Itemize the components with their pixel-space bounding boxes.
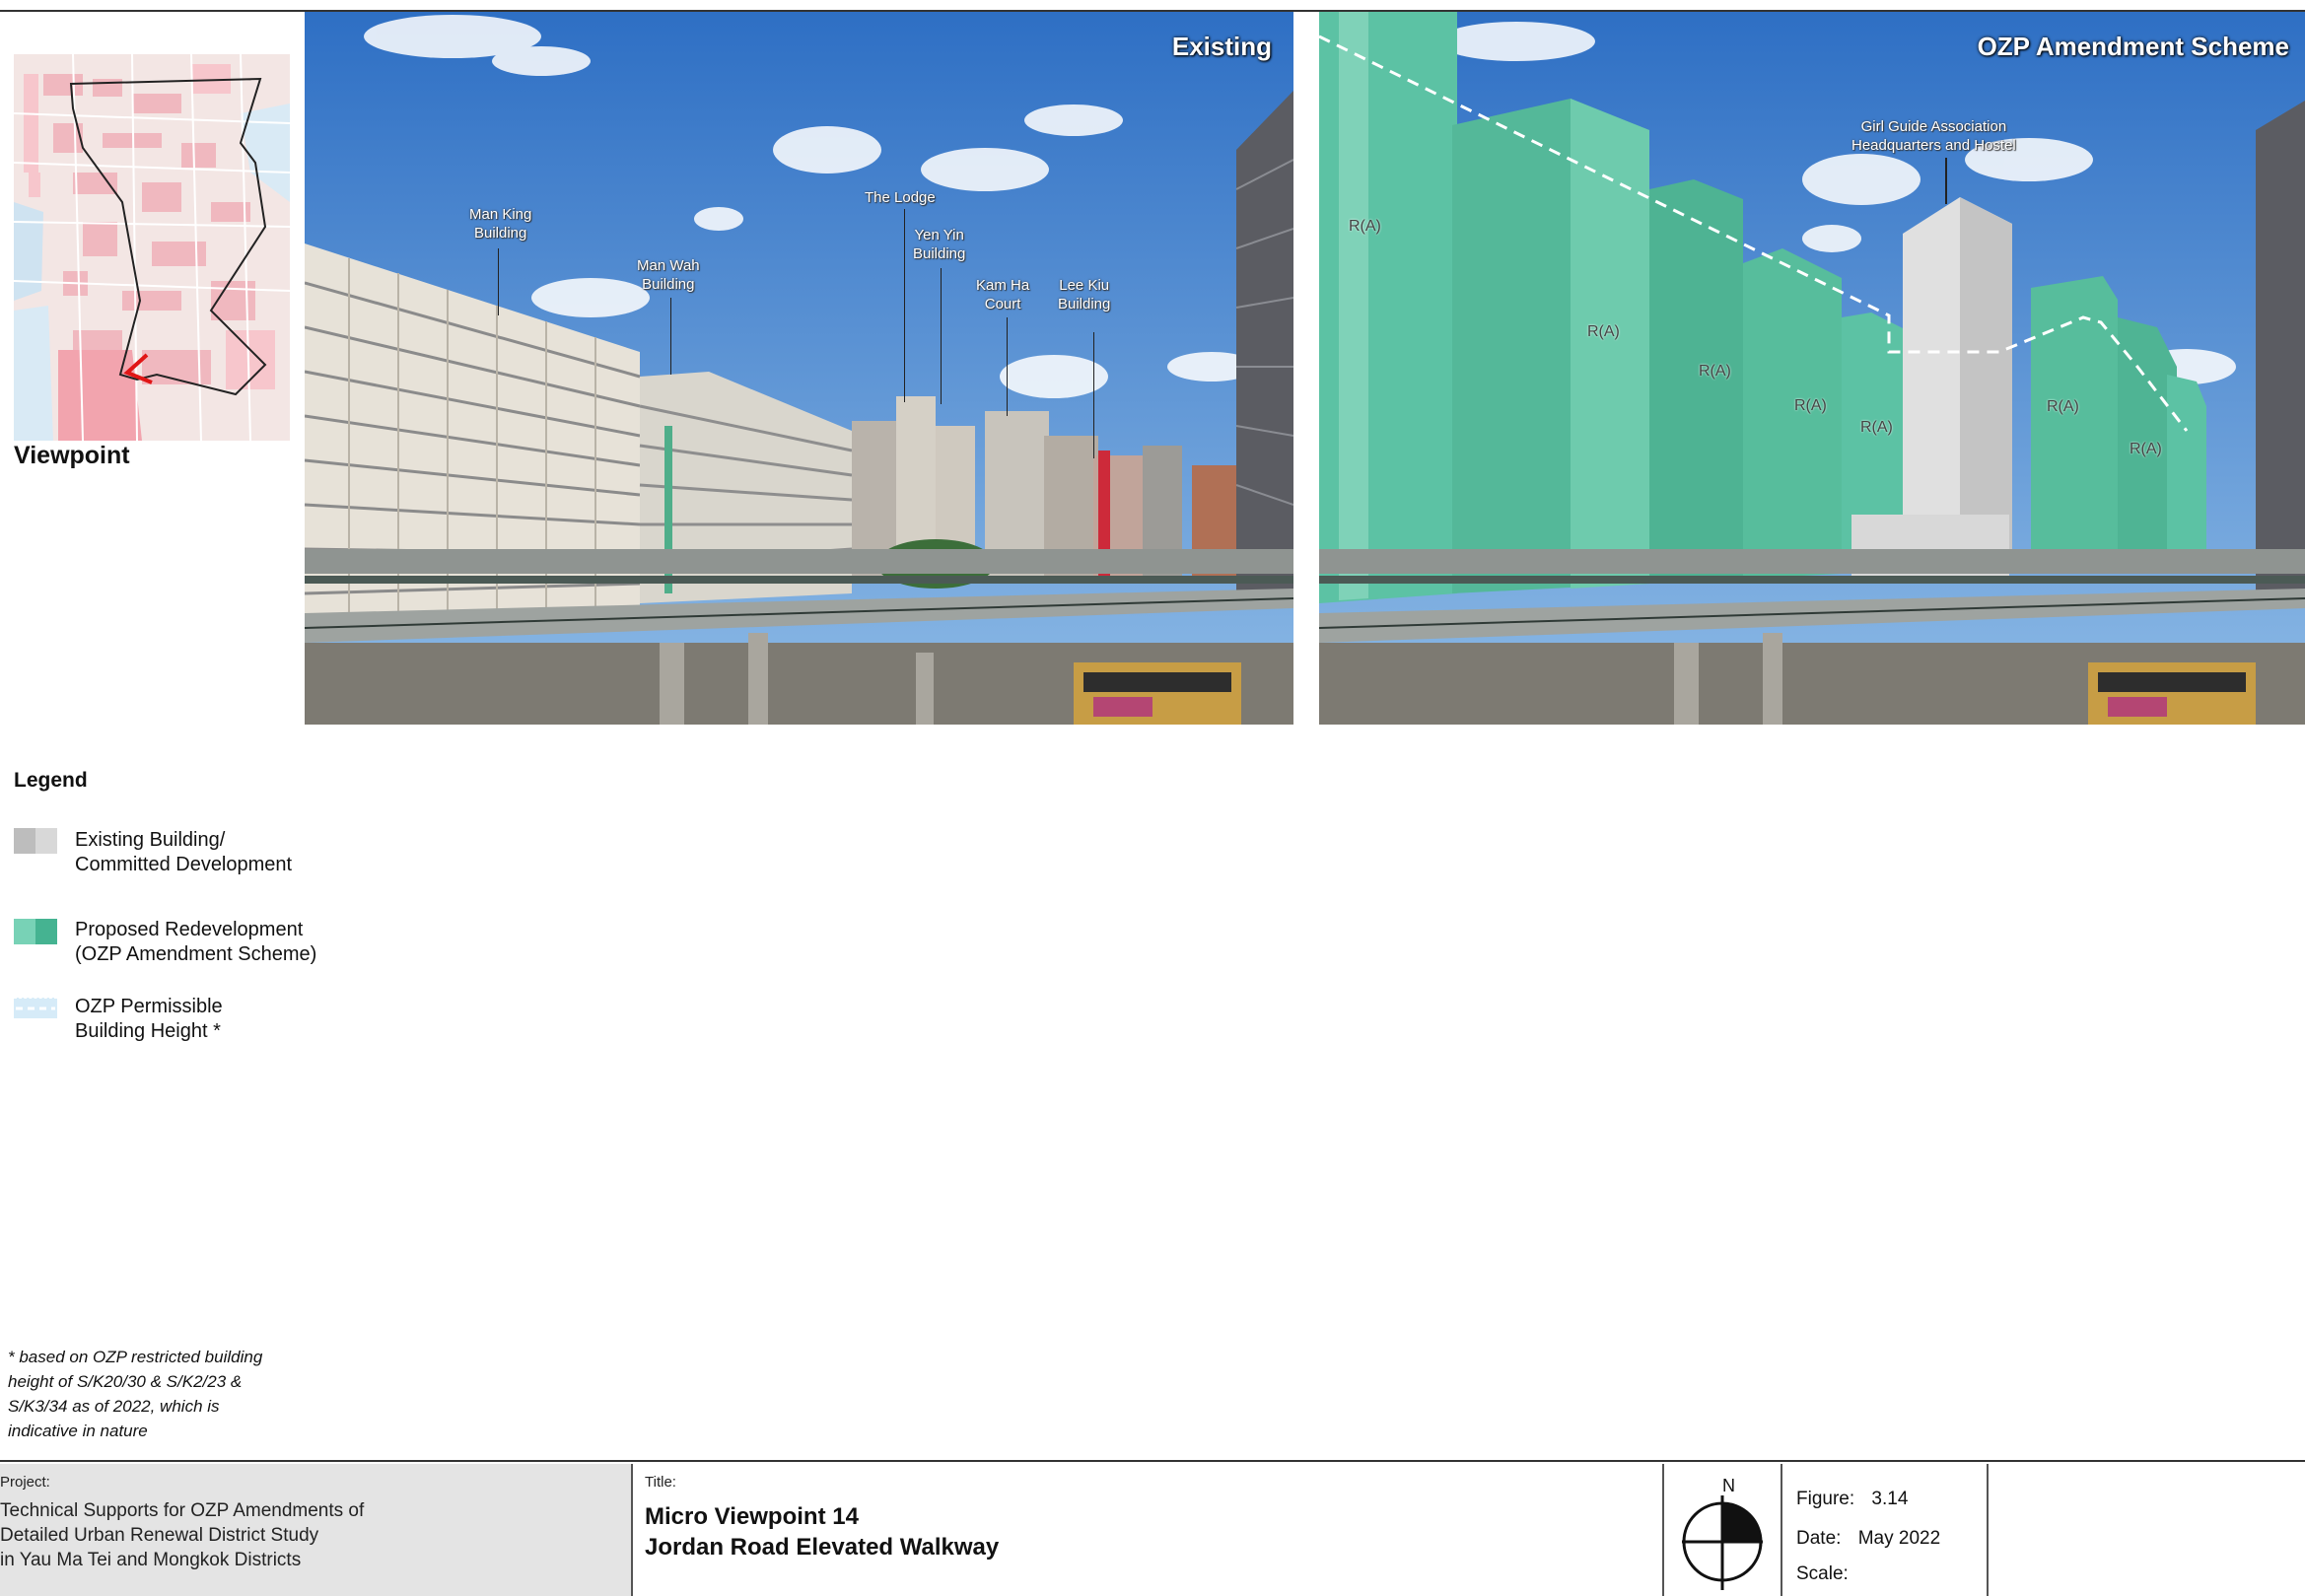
ra-zone-label: R(A)	[1860, 419, 1893, 436]
date-label: Date:	[1796, 1528, 1842, 1549]
leader-line	[670, 298, 671, 375]
viewpoint-heading: Viewpoint	[14, 442, 130, 469]
project-box: Project: Technical Supports for OZP Amen…	[0, 1464, 631, 1596]
figure-value: 3.14	[1871, 1489, 1909, 1509]
north-arrow-icon: N	[1676, 1476, 1784, 1594]
ra-zone-label: R(A)	[2130, 441, 2162, 457]
legend-heading: Legend	[14, 769, 88, 792]
project-line: in Yau Ma Tei and Mongkok Districts	[0, 1550, 302, 1570]
divider	[1987, 1464, 1989, 1596]
proposed-redevelopment-swatch	[14, 919, 57, 944]
title-block-border	[0, 1460, 2305, 1462]
leader-line	[1007, 317, 1008, 416]
legend-item-label: OZP Permissible	[75, 996, 223, 1017]
project-caption: Project:	[0, 1474, 50, 1491]
existing-view-photo: Existing Man King Building Man Wah Build…	[305, 12, 1293, 725]
label-girl-guide-hq: Girl Guide Association Headquarters and …	[1851, 117, 2016, 155]
legend-item-label: Proposed Redevelopment	[75, 919, 304, 940]
leader-line	[941, 268, 942, 404]
ra-zone-label: R(A)	[1587, 323, 1620, 340]
legend-item-label: Committed Development	[75, 854, 293, 875]
scale-field: Scale:	[1796, 1563, 1849, 1585]
footnote-line: indicative in nature	[8, 1422, 148, 1440]
leader-line	[904, 209, 905, 402]
label-man-wah-building: Man Wah Building	[637, 256, 700, 294]
drawing-title-line-1: Micro Viewpoint 14	[645, 1503, 859, 1530]
legend-item-label: Building Height *	[75, 1020, 221, 1042]
footnote-line: * based on OZP restricted building	[8, 1348, 263, 1366]
legend-item-label: (OZP Amendment Scheme)	[75, 943, 317, 965]
legend-item-existing: Existing Building/ Committed Development	[75, 828, 390, 877]
label-line: Court	[984, 296, 1021, 312]
label-line: Building	[1058, 296, 1111, 312]
date-value: May 2022	[1857, 1528, 1941, 1549]
label-line: Man Wah	[637, 257, 700, 274]
date-field: Date: May 2022	[1796, 1528, 1940, 1550]
ozp-height-line-swatch	[14, 998, 57, 1018]
label-yen-yin-building: Yen Yin Building	[913, 226, 965, 263]
label-lee-kiu-building: Lee Kiu Building	[1058, 276, 1110, 313]
label-line: Headquarters and Hostel	[1851, 137, 2016, 154]
ra-zone-label: R(A)	[1794, 397, 1827, 414]
title-caption: Title:	[645, 1474, 676, 1491]
location-map	[14, 54, 290, 441]
label-kam-ha-court: Kam Ha Court	[976, 276, 1029, 313]
label-line: Building	[474, 225, 527, 242]
leader-line	[498, 248, 499, 315]
label-the-lodge: The Lodge	[865, 188, 936, 207]
divider	[1781, 1464, 1782, 1596]
leader-line	[1093, 332, 1094, 458]
ra-zone-label: R(A)	[1349, 218, 1381, 235]
project-line: Technical Supports for OZP Amendments of	[0, 1500, 365, 1521]
legend-item-label: Existing Building/	[75, 829, 226, 851]
footnote: * based on OZP restricted building heigh…	[8, 1345, 294, 1443]
figure-label: Figure:	[1796, 1489, 1855, 1509]
project-line: Detailed Urban Renewal District Study	[0, 1525, 319, 1546]
scale-label: Scale:	[1796, 1563, 1849, 1584]
existing-building-swatch	[14, 828, 57, 854]
legend-item-proposed: Proposed Redevelopment (OZP Amendment Sc…	[75, 918, 390, 967]
footnote-line: height of S/K20/30 & S/K2/23 &	[8, 1372, 243, 1391]
label-man-king-building: Man King Building	[469, 205, 531, 243]
ra-zone-label: R(A)	[1699, 363, 1731, 380]
label-line: Yen Yin	[914, 227, 964, 243]
figure-field: Figure: 3.14	[1796, 1489, 1908, 1510]
label-line: Girl Guide Association	[1860, 118, 2007, 135]
legend-item-ozp: OZP Permissible Building Height *	[75, 995, 390, 1044]
ra-zone-label: R(A)	[2047, 398, 2079, 415]
drawing-title-line-2: Jordan Road Elevated Walkway	[645, 1534, 1000, 1561]
label-line: Building	[913, 245, 966, 262]
ozp-panel-title: OZP Amendment Scheme	[1977, 32, 2289, 61]
label-line: Man King	[469, 206, 532, 223]
label-line: Lee Kiu	[1059, 277, 1110, 294]
label-line: Kam Ha	[976, 277, 1030, 294]
ozp-amendment-view-photo: OZP Amendment Scheme Girl Guide Associat…	[1319, 12, 2305, 725]
footnote-line: S/K3/34 as of 2022, which is	[8, 1397, 220, 1416]
label-line: The Lodge	[865, 189, 936, 206]
existing-panel-title: Existing	[1171, 32, 1272, 61]
label-line: Building	[642, 276, 695, 293]
divider	[1662, 1464, 1664, 1596]
divider	[631, 1464, 633, 1596]
